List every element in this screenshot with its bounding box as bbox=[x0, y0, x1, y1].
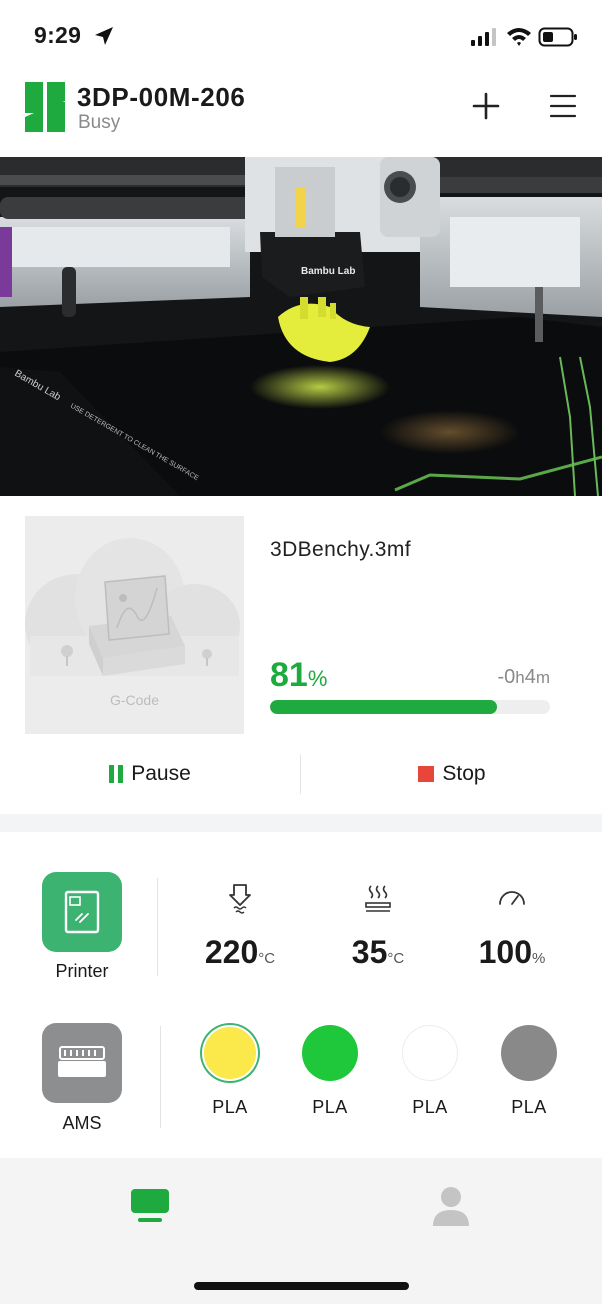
status-panel: Printer 220°C 35°C 100% AMS PLA PLA PLA … bbox=[0, 832, 602, 1158]
bed-temp-unit: °C bbox=[387, 950, 405, 967]
speed-gauge-icon bbox=[499, 891, 525, 905]
ams-button[interactable] bbox=[42, 1023, 122, 1103]
stop-label: Stop bbox=[442, 762, 486, 785]
ams-slot-2[interactable]: PLA bbox=[290, 1025, 370, 1118]
progress-value: 81 bbox=[270, 656, 308, 694]
remaining-prefix: -0 bbox=[497, 666, 516, 688]
print-job-card: G-Code 3DBenchy.3mf 81% -0h4m Pause Stop bbox=[0, 496, 602, 814]
stop-button[interactable]: Stop bbox=[302, 754, 602, 794]
filament-type: PLA bbox=[511, 1097, 547, 1117]
battery-icon bbox=[538, 27, 577, 47]
printer-status: Busy bbox=[78, 112, 121, 133]
bottom-nav bbox=[0, 1158, 602, 1304]
gcode-thumbnail: G-Code bbox=[25, 516, 244, 734]
printer-label: Printer bbox=[55, 961, 109, 981]
remaining-minute-unit: m bbox=[535, 668, 550, 687]
location-arrow-icon bbox=[95, 27, 113, 45]
filament-type: PLA bbox=[412, 1097, 448, 1117]
file-name: 3DBenchy.3mf bbox=[270, 538, 411, 561]
print-speed-value: 100 bbox=[478, 934, 533, 970]
devices-icon[interactable] bbox=[128, 1186, 172, 1226]
pause-button[interactable]: Pause bbox=[0, 754, 300, 794]
print-speed-unit: % bbox=[532, 950, 546, 967]
camera-image: Bambu Lab Bambu Lab USE DETERGENT TO CLE… bbox=[0, 157, 602, 496]
bambu-logo-icon bbox=[25, 82, 65, 132]
nozzle-temp-unit: °C bbox=[258, 950, 276, 967]
filament-type: PLA bbox=[212, 1097, 248, 1117]
heatbed-icon bbox=[365, 885, 391, 912]
nozzle-temp-value: 220 bbox=[204, 934, 259, 970]
filament-color-swatch bbox=[302, 1025, 358, 1081]
pause-label: Pause bbox=[131, 762, 191, 785]
user-icon[interactable] bbox=[430, 1184, 472, 1228]
remaining-hour-unit: h bbox=[515, 668, 525, 687]
remaining-minutes: 4 bbox=[524, 666, 536, 688]
ams-slot-4[interactable]: PLA bbox=[489, 1025, 569, 1118]
print-speed-stat[interactable]: 100% bbox=[452, 882, 572, 971]
printer-name: 3DP-00M-206 bbox=[77, 82, 246, 112]
filament-color-swatch bbox=[402, 1025, 458, 1081]
status-bar: 9:29 bbox=[0, 0, 602, 72]
nozzle-temp-stat[interactable]: 220°C bbox=[180, 882, 300, 971]
toolhead-brand: Bambu Lab bbox=[301, 266, 355, 277]
wifi-icon bbox=[507, 28, 531, 46]
ams-slot-3[interactable]: PLA bbox=[390, 1025, 470, 1118]
progress-percent: 81% bbox=[270, 656, 327, 695]
home-indicator[interactable] bbox=[194, 1282, 409, 1290]
bed-temp-stat[interactable]: 35°C bbox=[318, 882, 438, 971]
add-device-button[interactable] bbox=[470, 90, 502, 122]
nozzle-icon bbox=[229, 884, 251, 914]
device-header: 3DP-00M-206 Busy bbox=[0, 72, 602, 158]
bed-temp-value: 35 bbox=[351, 934, 388, 970]
filament-color-swatch bbox=[202, 1025, 258, 1081]
progress-unit: % bbox=[307, 666, 328, 691]
progress-bar-fill bbox=[270, 700, 497, 714]
ams-divider bbox=[160, 1026, 161, 1128]
printer-button[interactable] bbox=[42, 872, 122, 952]
stop-icon bbox=[418, 766, 435, 782]
progress-bar bbox=[270, 700, 550, 714]
filament-color-swatch bbox=[501, 1025, 557, 1081]
pause-icon bbox=[109, 765, 124, 783]
status-time: 9:29 bbox=[34, 22, 82, 48]
thumbnail-label: G-Code bbox=[109, 692, 160, 708]
ams-label: AMS bbox=[62, 1113, 102, 1133]
remaining-time: -0h4m bbox=[497, 666, 550, 689]
signal-icon bbox=[471, 28, 496, 46]
camera-feed[interactable]: Bambu Lab Bambu Lab USE DETERGENT TO CLE… bbox=[0, 157, 602, 496]
section-divider bbox=[0, 814, 602, 832]
menu-icon[interactable] bbox=[548, 92, 578, 120]
printer-icon bbox=[64, 890, 100, 934]
panel-divider bbox=[157, 878, 158, 976]
ams-slot-1[interactable]: PLA bbox=[190, 1025, 270, 1118]
actions-divider bbox=[300, 754, 301, 794]
filament-type: PLA bbox=[312, 1097, 348, 1117]
ams-icon bbox=[58, 1046, 106, 1077]
